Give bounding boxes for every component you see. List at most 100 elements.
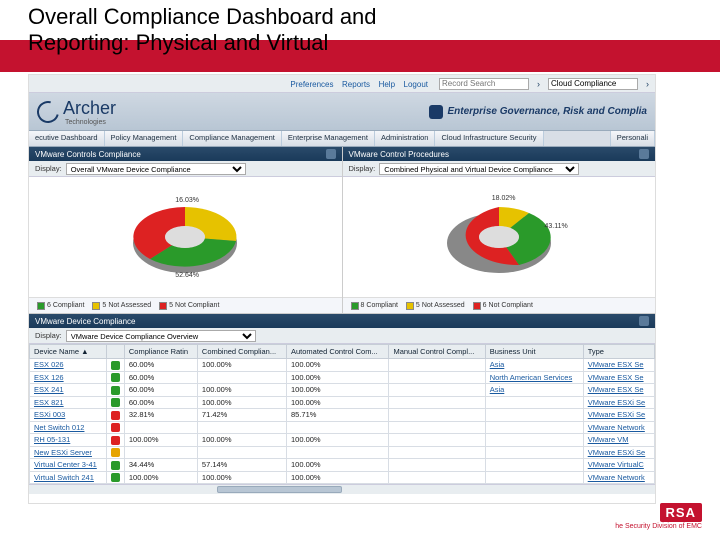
device-name-link[interactable]: Net Switch 012 <box>30 421 107 434</box>
tab-enterprise-mgmt[interactable]: Enterprise Management <box>282 131 375 146</box>
type-link[interactable]: VMware ESX Se <box>583 359 654 372</box>
type-link[interactable]: VMware VM <box>583 434 654 447</box>
bu-link[interactable] <box>485 459 583 472</box>
col-combined[interactable]: Combined Complian... <box>197 345 286 359</box>
bu-link[interactable]: North American Services <box>485 371 583 384</box>
device-name-link[interactable]: ESX 126 <box>30 371 107 384</box>
rating-cell: 100.00% <box>124 471 197 484</box>
device-name-link[interactable]: Virtual Center 3-41 <box>30 459 107 472</box>
device-name-link[interactable]: ESX 241 <box>30 384 107 397</box>
slice-label-top: 16.03% <box>175 197 199 204</box>
col-auto[interactable]: Automated Control Com... <box>286 345 388 359</box>
auto-cell: 100.00% <box>286 434 388 447</box>
bu-link[interactable] <box>485 446 583 459</box>
combined-cell: 100.00% <box>197 471 286 484</box>
auto-cell <box>286 446 388 459</box>
tab-administration[interactable]: Administration <box>375 131 436 146</box>
bu-link[interactable] <box>485 471 583 484</box>
type-link[interactable]: VMware VirtualC <box>583 459 654 472</box>
panel-head-right: VMware Control Procedures <box>343 147 656 161</box>
type-link[interactable]: VMware Network <box>583 421 654 434</box>
tab-exec-dashboard[interactable]: ecutive Dashboard <box>29 131 105 146</box>
link-logout[interactable]: Logout <box>404 80 428 89</box>
slice-label-top: 18.02% <box>492 195 516 202</box>
bu-link[interactable]: Asia <box>485 359 583 372</box>
dashboard-selector[interactable] <box>548 78 638 90</box>
manual-cell <box>389 446 485 459</box>
combined-cell: 100.00% <box>197 359 286 372</box>
type-link[interactable]: VMware ESXi Se <box>583 446 654 459</box>
type-link[interactable]: VMware ESXi Se <box>583 396 654 409</box>
device-name-link[interactable]: ESXi 003 <box>30 409 107 422</box>
scrollbar-thumb[interactable] <box>217 486 342 493</box>
brand-tagline: Enterprise Governance, Risk and Complia <box>447 106 647 117</box>
panel-collapse-button[interactable] <box>639 149 649 159</box>
device-name-link[interactable]: New ESXi Server <box>30 446 107 459</box>
donut-chart-right: 18.02% 43.11% <box>434 193 564 281</box>
panel-title-left: VMware Controls Compliance <box>35 150 141 159</box>
manual-cell <box>389 384 485 397</box>
table-selector[interactable]: VMware Device Compliance Overview <box>66 330 256 342</box>
search-input[interactable] <box>439 78 529 90</box>
device-name-link[interactable]: ESX 026 <box>30 359 107 372</box>
auto-cell: 100.00% <box>286 384 388 397</box>
display-label: Display: <box>35 164 62 173</box>
chart-selector-left[interactable]: Overall VMware Device Compliance <box>66 163 246 175</box>
search-go-button[interactable]: › <box>537 79 540 89</box>
type-link[interactable]: VMware ESX Se <box>583 384 654 397</box>
bu-link[interactable] <box>485 421 583 434</box>
dashboard-go-button[interactable]: › <box>646 79 649 89</box>
chart-area-right: 18.02% 43.11% <box>343 177 656 297</box>
link-reports[interactable]: Reports <box>342 80 370 89</box>
rsa-branding: RSA he Security Division of EMC <box>615 503 702 530</box>
panel-toolbar-right: Display: Combined Physical and Virtual D… <box>343 161 656 177</box>
rating-cell: 60.00% <box>124 371 197 384</box>
auto-cell: 100.00% <box>286 396 388 409</box>
tab-cloud-security[interactable]: Cloud Infrastructure Security <box>435 131 543 146</box>
title-line-2: Reporting: Physical and Virtual <box>28 30 328 55</box>
bu-link[interactable] <box>485 409 583 422</box>
brand-bar: Archer Technologies Enterprise Governanc… <box>29 93 655 131</box>
device-name-link[interactable]: ESX 821 <box>30 396 107 409</box>
panel-toolbar-table: Display: VMware Device Compliance Overvi… <box>29 328 655 344</box>
type-link[interactable]: VMware ESX Se <box>583 371 654 384</box>
link-preferences[interactable]: Preferences <box>290 80 333 89</box>
rating-cell: 60.00% <box>124 396 197 409</box>
manual-cell <box>389 471 485 484</box>
table-row: Virtual Center 3-4134.44%57.14%100.00%VM… <box>30 459 655 472</box>
app-window: Preferences Reports Help Logout › › Arch… <box>28 74 656 504</box>
panel-collapse-button[interactable] <box>326 149 336 159</box>
brand-tagline-area: Enterprise Governance, Risk and Complia <box>429 105 647 119</box>
tab-personalize[interactable]: Personali <box>610 131 655 146</box>
link-help[interactable]: Help <box>379 80 395 89</box>
horizontal-scrollbar[interactable] <box>29 484 655 494</box>
col-status[interactable] <box>106 345 124 359</box>
type-link[interactable]: VMware Network <box>583 471 654 484</box>
bu-link[interactable] <box>485 434 583 447</box>
col-bu[interactable]: Business Unit <box>485 345 583 359</box>
bu-link[interactable] <box>485 396 583 409</box>
device-name-link[interactable]: RH 05-131 <box>30 434 107 447</box>
table-row: Net Switch 012 VMware Network <box>30 421 655 434</box>
col-device-name[interactable]: Device Name ▲ <box>30 345 107 359</box>
legend-right: 8 Compliant 5 Not Assessed 6 Not Complia… <box>343 297 656 313</box>
col-rating[interactable]: Compliance Ratin <box>124 345 197 359</box>
tab-policy-mgmt[interactable]: Policy Management <box>105 131 184 146</box>
panel-toolbar-left: Display: Overall VMware Device Complianc… <box>29 161 342 177</box>
panel-head-table: VMware Device Compliance <box>29 314 655 328</box>
status-icon <box>111 473 120 482</box>
slide-title: Overall Compliance Dashboard and Reporti… <box>28 4 720 57</box>
rsa-logo-box: RSA <box>660 503 702 522</box>
status-icon <box>111 461 120 470</box>
status-cell <box>106 421 124 434</box>
type-link[interactable]: VMware ESXi Se <box>583 409 654 422</box>
col-manual[interactable]: Manual Control Compl... <box>389 345 485 359</box>
tab-compliance-mgmt[interactable]: Compliance Management <box>183 131 281 146</box>
rating-cell: 34.44% <box>124 459 197 472</box>
panel-collapse-button[interactable] <box>639 316 649 326</box>
col-type[interactable]: Type <box>583 345 654 359</box>
combined-cell <box>197 446 286 459</box>
bu-link[interactable]: Asia <box>485 384 583 397</box>
device-name-link[interactable]: Virtual Switch 241 <box>30 471 107 484</box>
chart-selector-right[interactable]: Combined Physical and Virtual Device Com… <box>379 163 579 175</box>
